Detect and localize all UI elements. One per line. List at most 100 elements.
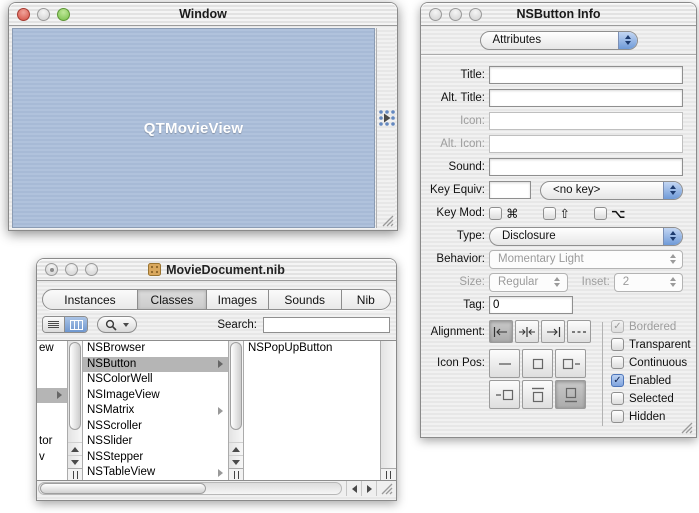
scroll-down-button[interactable] [68, 455, 82, 468]
browser-column-parents[interactable]: ew tor v [37, 341, 67, 480]
icon-pos-icon-below-button[interactable] [522, 380, 553, 409]
branch-arrow-icon [218, 406, 223, 415]
scroll-thumb[interactable] [230, 342, 242, 430]
align-left-button[interactable] [489, 320, 513, 343]
browser-column-subclasses[interactable]: NSPopUpButton [244, 341, 380, 480]
list-item-selected-parent[interactable] [37, 387, 67, 403]
tag-field[interactable] [489, 296, 573, 314]
resize-grip-icon[interactable] [380, 213, 394, 227]
resize-grip-icon[interactable] [680, 421, 693, 434]
search-input[interactable] [263, 316, 390, 333]
list-item[interactable]: tor [37, 434, 67, 450]
nib-window-titlebar[interactable]: MovieDocument.nib [37, 259, 396, 281]
inspector-pane-popup[interactable]: Attributes [479, 30, 638, 50]
horizontal-scrollbar[interactable] [37, 480, 396, 496]
type-popup[interactable]: Disclosure [489, 226, 683, 246]
class-row[interactable]: NSBrowser [83, 341, 228, 357]
class-row[interactable]: NSColorWell [83, 372, 228, 388]
inspector-titlebar[interactable]: NSButton Info [421, 3, 696, 26]
align-center-button[interactable] [515, 320, 539, 343]
icon-below-icon [531, 387, 544, 402]
sound-field[interactable] [489, 158, 683, 176]
option-mod-checkbox[interactable]: ✓ [593, 206, 607, 220]
continuous-checkbox[interactable]: ✓ [611, 356, 624, 369]
inset-popup: 2 [613, 272, 683, 292]
transparent-checkbox[interactable]: ✓ [611, 338, 624, 351]
close-button[interactable] [429, 7, 442, 21]
minimize-button[interactable] [65, 263, 78, 276]
qtmovieview-label: QTMovieView [143, 119, 244, 137]
icon-pos-text-only-button[interactable] [489, 349, 520, 378]
icon-pos-icon-left-button[interactable] [555, 349, 586, 378]
align-right-button[interactable] [541, 320, 565, 343]
command-mod-checkbox[interactable]: ✓ [489, 206, 502, 220]
column-resize-handle[interactable] [381, 468, 396, 480]
shift-key-icon: ⇧ [559, 205, 570, 221]
scroll-up-button[interactable] [229, 442, 243, 455]
icon-pos-icon-right-button[interactable] [489, 380, 520, 409]
tab-images[interactable]: Images [207, 290, 269, 309]
class-row[interactable]: NSScroller [83, 419, 228, 435]
resize-grip-icon[interactable] [376, 481, 396, 496]
scroll-down-button[interactable] [229, 455, 243, 468]
selected-checkbox[interactable]: ✓ [611, 392, 624, 405]
title-field[interactable] [489, 66, 683, 84]
alignment-label: Alignment: [430, 325, 485, 338]
icon-pos-icon-only-button[interactable] [522, 349, 553, 378]
list-view-button[interactable] [43, 317, 65, 332]
column-resize-handle[interactable] [229, 468, 243, 480]
qtmovieview[interactable]: QTMovieView [12, 28, 375, 228]
scroll-up-button[interactable] [68, 442, 82, 455]
class-row[interactable]: NSMatrix [83, 403, 228, 419]
class-row[interactable]: NSStepper [83, 450, 228, 466]
vertical-scrollbar[interactable] [67, 341, 83, 480]
align-dashes-button[interactable] [567, 320, 591, 343]
zoom-button[interactable] [85, 263, 98, 276]
class-row[interactable]: NSTableView [83, 465, 228, 480]
minimize-button[interactable] [37, 7, 50, 21]
zoom-button[interactable] [469, 7, 482, 21]
tab-classes[interactable]: Classes [137, 290, 207, 309]
desktop: Window QTMovieView MovieDocument.nib Ins… [0, 0, 699, 513]
drag-handle-dots-icon[interactable] [377, 108, 396, 128]
tab-instances[interactable]: Instances [43, 290, 138, 309]
class-row[interactable]: NSPopUpButton [244, 341, 380, 357]
close-button[interactable] [45, 263, 58, 276]
size-label: Size: [459, 276, 485, 288]
search-scope-button[interactable] [97, 316, 137, 333]
bordered-checkbox: ✓ [611, 320, 624, 333]
shift-mod-checkbox[interactable]: ✓ [542, 206, 556, 220]
alt-title-field[interactable] [489, 89, 683, 107]
column-view-button[interactable] [65, 317, 87, 332]
class-row[interactable]: NSImageView [83, 388, 228, 404]
enabled-checkbox[interactable]: ✓ [611, 374, 624, 387]
icon-pos-icon-above-button[interactable] [555, 380, 586, 409]
divider [602, 322, 603, 426]
column-resize-handle[interactable] [68, 468, 82, 480]
tab-nib[interactable]: Nib [342, 290, 390, 309]
popup-stepper-icon [663, 274, 682, 291]
close-button[interactable] [17, 7, 30, 21]
list-item[interactable]: v [37, 450, 67, 466]
option-checkboxes: ✓ Bordered ✓ Transparent ✓ Continuous ✓ … [611, 320, 691, 428]
vertical-scrollbar[interactable] [228, 341, 244, 480]
zoom-button[interactable] [57, 7, 70, 21]
branch-arrow-icon [57, 391, 62, 400]
key-equiv-field[interactable] [489, 181, 531, 199]
key-equiv-popup[interactable]: <no key> [540, 180, 683, 200]
hidden-checkbox[interactable]: ✓ [611, 410, 624, 423]
nib-tabbar: Instances Classes Images Sounds Nib [42, 289, 391, 310]
class-row[interactable]: NSButton [83, 356, 228, 372]
browser-column-classes[interactable]: NSBrowser NSButton NSColorWell NSImageVi… [83, 341, 228, 480]
class-row[interactable]: NSSlider [83, 434, 228, 450]
movie-window-titlebar[interactable]: Window [9, 3, 397, 26]
list-item[interactable]: ew [37, 341, 67, 357]
behavior-popup: Momentary Light [489, 249, 683, 269]
scroll-thumb[interactable] [69, 342, 81, 430]
scroll-thumb[interactable] [40, 483, 207, 494]
minimize-button[interactable] [449, 7, 462, 21]
vertical-scrollbar[interactable] [380, 341, 396, 480]
tab-sounds[interactable]: Sounds [269, 290, 342, 309]
scroll-right-button[interactable] [361, 481, 376, 496]
scroll-left-button[interactable] [346, 481, 361, 496]
